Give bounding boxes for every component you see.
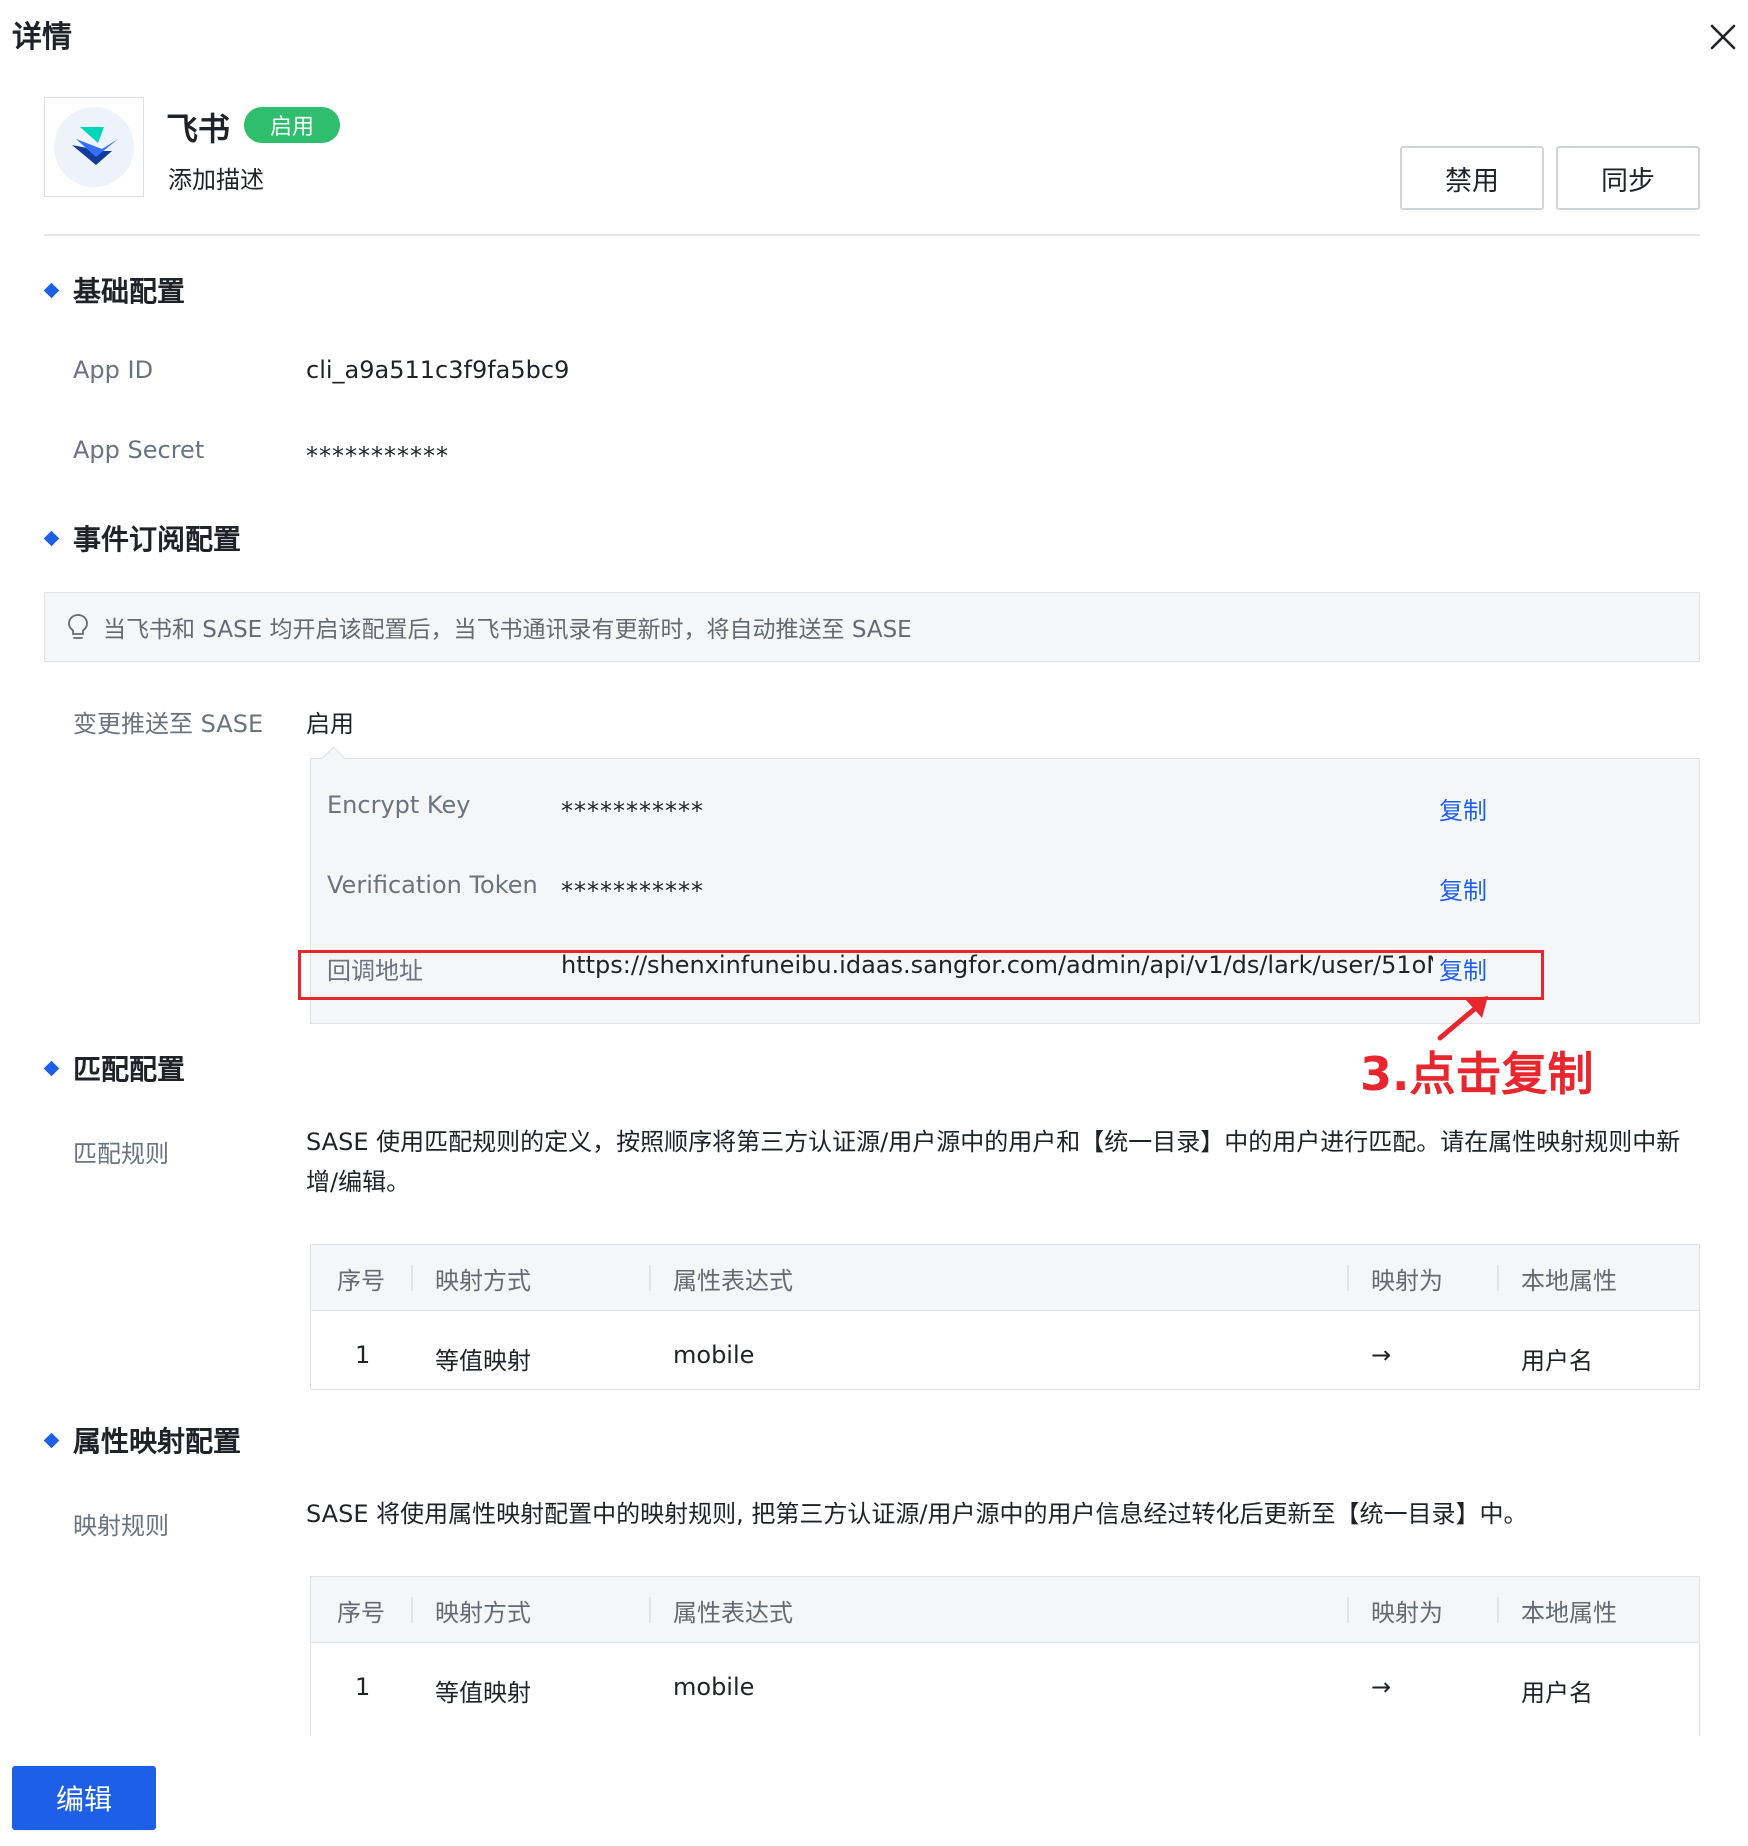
diamond-icon <box>43 1432 60 1448</box>
column-divider <box>411 1597 413 1623</box>
diamond-icon <box>43 1060 60 1076</box>
annotation-arrow-icon <box>1437 996 1488 1041</box>
cell-method: 等值映射 <box>435 1347 531 1375</box>
column-divider <box>411 1265 413 1291</box>
push-label: 变更推送至 SASE <box>73 710 264 738</box>
copy-encrypt-key-button[interactable]: 复制 <box>1439 791 1487 826</box>
column-divider <box>1497 1597 1499 1623</box>
disable-button[interactable]: 禁用 <box>1400 146 1544 210</box>
app-id-label: App ID <box>73 356 154 384</box>
push-value: 启用 <box>306 710 354 738</box>
section-title-mapping: 属性映射配置 <box>43 1420 241 1460</box>
cell-arrow: → <box>1371 1673 1392 1701</box>
column-header-index: 序号 <box>337 1266 385 1295</box>
column-divider <box>649 1597 651 1623</box>
sync-button[interactable]: 同步 <box>1556 146 1700 210</box>
encrypt-key-label: Encrypt Key <box>327 791 471 819</box>
diamond-icon <box>43 530 60 546</box>
cell-expression: mobile <box>673 1341 755 1369</box>
column-divider <box>1497 1265 1499 1291</box>
cell-local-attr: 用户名 <box>1521 1679 1593 1707</box>
column-header-index: 序号 <box>337 1598 385 1627</box>
mapping-rule-label: 映射规则 <box>73 1512 169 1540</box>
table-header: 序号 映射方式 属性表达式 映射为 本地属性 <box>311 1245 1699 1311</box>
column-header-method: 映射方式 <box>435 1598 531 1627</box>
section-title-match: 匹配配置 <box>43 1048 185 1088</box>
column-divider <box>1347 1597 1349 1623</box>
section-title-basic: 基础配置 <box>43 270 185 310</box>
column-header-expression: 属性表达式 <box>673 1266 793 1295</box>
match-rule-table: 序号 映射方式 属性表达式 映射为 本地属性 1 等值映射 mobile → 用… <box>310 1244 1700 1390</box>
app-logo <box>44 97 144 197</box>
app-secret-value: *********** <box>306 442 449 470</box>
annotation-label: 3.点击复制 <box>1360 1047 1594 1101</box>
diamond-icon <box>43 282 60 298</box>
verification-token-value: *********** <box>561 877 704 905</box>
app-description: 添加描述 <box>168 166 264 194</box>
column-header-local-attr: 本地属性 <box>1521 1266 1617 1295</box>
column-divider <box>1347 1265 1349 1291</box>
mapping-rule-table: 序号 映射方式 属性表达式 映射为 本地属性 1 等值映射 mobile → 用… <box>310 1576 1700 1736</box>
header-divider <box>44 234 1700 236</box>
match-rule-description: SASE 使用匹配规则的定义，按照顺序将第三方认证源/用户源中的用户和【统一目录… <box>306 1128 1681 1196</box>
section-title-event: 事件订阅配置 <box>43 518 241 558</box>
edit-button[interactable]: 编辑 <box>12 1766 156 1830</box>
cell-index: 1 <box>355 1341 371 1369</box>
copy-verification-token-button[interactable]: 复制 <box>1439 871 1487 906</box>
mapping-rule-description: SASE 将使用属性映射配置中的映射规则, 把第三方认证源/用户源中的用户信息经… <box>306 1500 1528 1528</box>
app-secret-label: App Secret <box>73 436 205 464</box>
cell-expression: mobile <box>673 1673 755 1701</box>
column-header-mapped-to: 映射为 <box>1371 1598 1443 1627</box>
column-header-mapped-to: 映射为 <box>1371 1266 1443 1295</box>
event-tip: 当飞书和 SASE 均开启该配置后，当飞书通讯录有更新时，将自动推送至 SASE <box>44 592 1700 662</box>
match-rule-label: 匹配规则 <box>73 1140 169 1168</box>
close-icon[interactable] <box>1708 22 1738 52</box>
cell-index: 1 <box>355 1673 371 1701</box>
lightbulb-icon <box>68 614 88 639</box>
app-id-value: cli_a9a511c3f9fa5bc9 <box>306 356 570 384</box>
status-badge: 启用 <box>244 107 340 143</box>
encrypt-key-value: *********** <box>561 797 704 825</box>
app-name: 飞书 <box>166 110 231 148</box>
tip-text: 当飞书和 SASE 均开启该配置后，当飞书通讯录有更新时，将自动推送至 SASE <box>103 617 912 643</box>
column-divider <box>649 1265 651 1291</box>
cell-arrow: → <box>1371 1341 1392 1369</box>
table-header: 序号 映射方式 属性表达式 映射为 本地属性 <box>311 1577 1699 1643</box>
lark-logo-icon <box>54 107 134 187</box>
column-header-method: 映射方式 <box>435 1266 531 1295</box>
cell-local-attr: 用户名 <box>1521 1347 1593 1375</box>
panel-title: 详情 <box>12 20 72 55</box>
column-header-expression: 属性表达式 <box>673 1598 793 1627</box>
annotation-highlight <box>298 950 1544 1000</box>
cell-method: 等值映射 <box>435 1679 531 1707</box>
verification-token-label: Verification Token <box>327 871 538 899</box>
column-header-local-attr: 本地属性 <box>1521 1598 1617 1627</box>
